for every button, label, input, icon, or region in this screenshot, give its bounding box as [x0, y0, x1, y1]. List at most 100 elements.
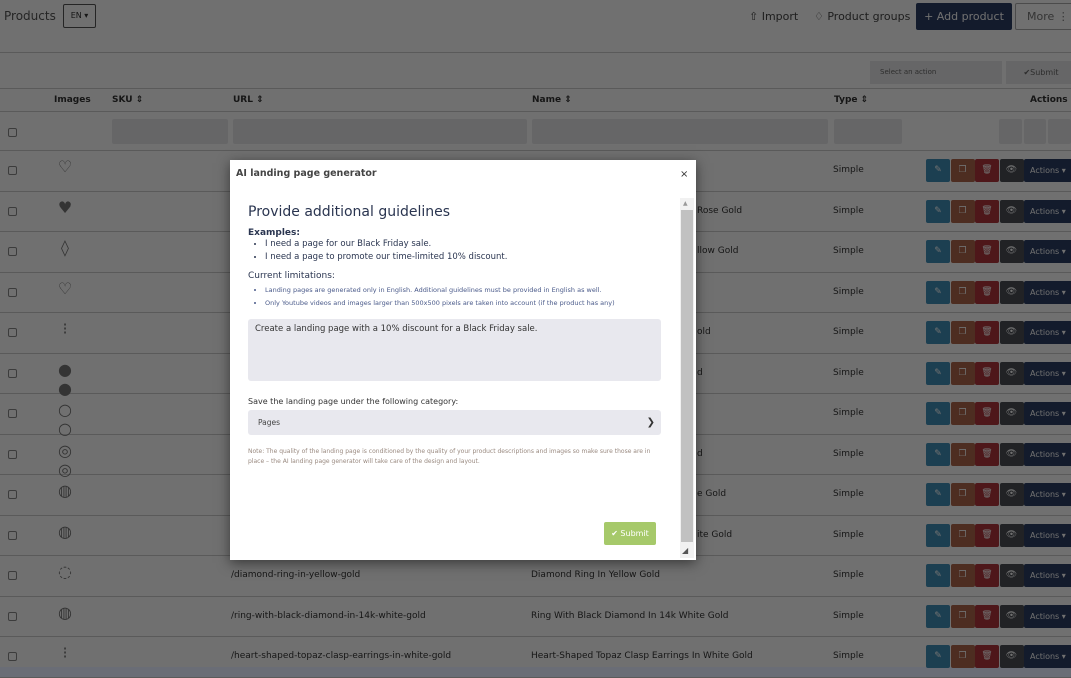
edit-button[interactable]: ✎	[926, 321, 950, 344]
edit-button[interactable]: ✎	[926, 240, 950, 263]
clear-filter-button[interactable]	[1048, 119, 1071, 144]
row-actions-dropdown[interactable]: Actions ▾	[1024, 199, 1071, 223]
row-actions-dropdown[interactable]: Actions ▾	[1024, 523, 1071, 547]
row-actions-dropdown[interactable]: Actions ▾	[1024, 442, 1071, 466]
delete-button[interactable]: 🗑	[975, 199, 999, 223]
copy-button[interactable]: ❐	[950, 280, 975, 304]
edit-button[interactable]: ✎	[926, 645, 950, 668]
row-actions-dropdown[interactable]: Actions ▾	[1024, 564, 1071, 587]
edit-button[interactable]: ✎	[926, 523, 950, 547]
row-actions-dropdown[interactable]: Actions ▾	[1024, 240, 1071, 263]
row-url[interactable]: /heart-shaped-topaz-clasp-earrings-in-wh…	[231, 651, 451, 661]
modal-scrollbar[interactable]: ▲	[680, 198, 694, 558]
delete-button[interactable]: 🗑	[975, 361, 999, 385]
copy-button[interactable]: ❐	[950, 604, 975, 628]
row-checkbox[interactable]	[8, 206, 17, 216]
scrollbar-thumb[interactable]	[681, 210, 693, 542]
view-button[interactable]: 👁	[999, 159, 1024, 182]
delete-button[interactable]: 🗑	[975, 442, 999, 466]
edit-button[interactable]: ✎	[926, 564, 950, 587]
view-button[interactable]: 👁	[999, 240, 1024, 263]
product-groups-link[interactable]: ♢ Product groups	[814, 10, 910, 23]
edit-button[interactable]: ✎	[926, 402, 950, 425]
col-url[interactable]: URL ⇕	[233, 95, 264, 105]
copy-button[interactable]: ❐	[950, 321, 975, 344]
edit-button[interactable]: ✎	[926, 483, 950, 506]
delete-button[interactable]: 🗑	[975, 321, 999, 344]
scroll-up-icon[interactable]: ▲	[683, 200, 688, 207]
view-button[interactable]: 👁	[999, 321, 1024, 344]
type-filter[interactable]	[834, 119, 902, 144]
copy-button[interactable]: ❐	[950, 159, 975, 182]
row-actions-dropdown[interactable]: Actions ▾	[1024, 280, 1071, 304]
copy-button[interactable]: ❐	[950, 483, 975, 506]
view-button[interactable]: 👁	[999, 523, 1024, 547]
filter-settings-button[interactable]	[999, 119, 1022, 144]
select-all-checkbox[interactable]	[8, 128, 17, 137]
row-checkbox[interactable]	[8, 368, 17, 378]
view-button[interactable]: 👁	[999, 402, 1024, 425]
view-button[interactable]: 👁	[999, 564, 1024, 587]
row-checkbox[interactable]	[8, 571, 17, 580]
resize-handle-icon[interactable]: ◢	[682, 546, 688, 555]
copy-button[interactable]: ❐	[950, 361, 975, 385]
view-button[interactable]: 👁	[999, 483, 1024, 506]
view-button[interactable]: 👁	[999, 645, 1024, 668]
row-actions-dropdown[interactable]: Actions ▾	[1024, 159, 1071, 182]
delete-button[interactable]: 🗑	[975, 523, 999, 547]
copy-button[interactable]: ❐	[950, 523, 975, 547]
edit-button[interactable]: ✎	[926, 280, 950, 304]
row-checkbox[interactable]	[8, 530, 17, 540]
add-product-button[interactable]: + Add product	[916, 3, 1012, 30]
row-url[interactable]: /ring-with-black-diamond-in-14k-white-go…	[231, 611, 426, 621]
copy-button[interactable]: ❐	[950, 645, 975, 668]
sort-button[interactable]	[1024, 119, 1046, 144]
row-actions-dropdown[interactable]: Actions ▾	[1024, 361, 1071, 385]
delete-button[interactable]: 🗑	[975, 240, 999, 263]
copy-button[interactable]: ❐	[950, 442, 975, 466]
delete-button[interactable]: 🗑	[975, 159, 999, 182]
sku-filter[interactable]	[112, 119, 228, 144]
col-type[interactable]: Type ⇕	[834, 95, 868, 105]
row-checkbox[interactable]	[8, 409, 17, 418]
row-checkbox[interactable]	[8, 611, 17, 621]
guidelines-textarea[interactable]: Create a landing page with a 10% discoun…	[248, 319, 661, 381]
copy-button[interactable]: ❐	[950, 240, 975, 263]
delete-button[interactable]: 🗑	[975, 604, 999, 628]
import-link[interactable]: ⇧ Import	[749, 10, 798, 23]
edit-button[interactable]: ✎	[926, 442, 950, 466]
view-button[interactable]: 👁	[999, 604, 1024, 628]
copy-button[interactable]: ❐	[950, 564, 975, 587]
row-checkbox[interactable]	[8, 166, 17, 175]
bulk-submit-button[interactable]: ✔Submit	[1006, 61, 1071, 84]
delete-button[interactable]: 🗑	[975, 564, 999, 587]
more-button[interactable]: More ⋮	[1015, 3, 1071, 30]
close-icon[interactable]: ×	[680, 169, 688, 180]
url-filter[interactable]	[233, 119, 527, 144]
row-actions-dropdown[interactable]: Actions ▾	[1024, 645, 1071, 668]
col-sku[interactable]: SKU ⇕	[112, 95, 143, 105]
view-button[interactable]: 👁	[999, 280, 1024, 304]
row-actions-dropdown[interactable]: Actions ▾	[1024, 402, 1071, 425]
row-actions-dropdown[interactable]: Actions ▾	[1024, 321, 1071, 344]
edit-button[interactable]: ✎	[926, 159, 950, 182]
row-checkbox[interactable]	[8, 328, 17, 337]
language-dropdown[interactable]: EN ▾	[63, 4, 96, 28]
category-select[interactable]: Pages ❯	[248, 410, 661, 435]
view-button[interactable]: 👁	[999, 361, 1024, 385]
row-checkbox[interactable]	[8, 449, 17, 459]
copy-button[interactable]: ❐	[950, 199, 975, 223]
view-button[interactable]: 👁	[999, 199, 1024, 223]
copy-button[interactable]: ❐	[950, 402, 975, 425]
row-actions-dropdown[interactable]: Actions ▾	[1024, 483, 1071, 506]
row-checkbox[interactable]	[8, 490, 17, 499]
name-filter[interactable]	[532, 119, 828, 144]
delete-button[interactable]: 🗑	[975, 402, 999, 425]
delete-button[interactable]: 🗑	[975, 483, 999, 506]
edit-button[interactable]: ✎	[926, 604, 950, 628]
delete-button[interactable]: 🗑	[975, 645, 999, 668]
view-button[interactable]: 👁	[999, 442, 1024, 466]
row-actions-dropdown[interactable]: Actions ▾	[1024, 604, 1071, 628]
modal-submit-button[interactable]: ✔ Submit	[604, 522, 656, 545]
edit-button[interactable]: ✎	[926, 199, 950, 223]
